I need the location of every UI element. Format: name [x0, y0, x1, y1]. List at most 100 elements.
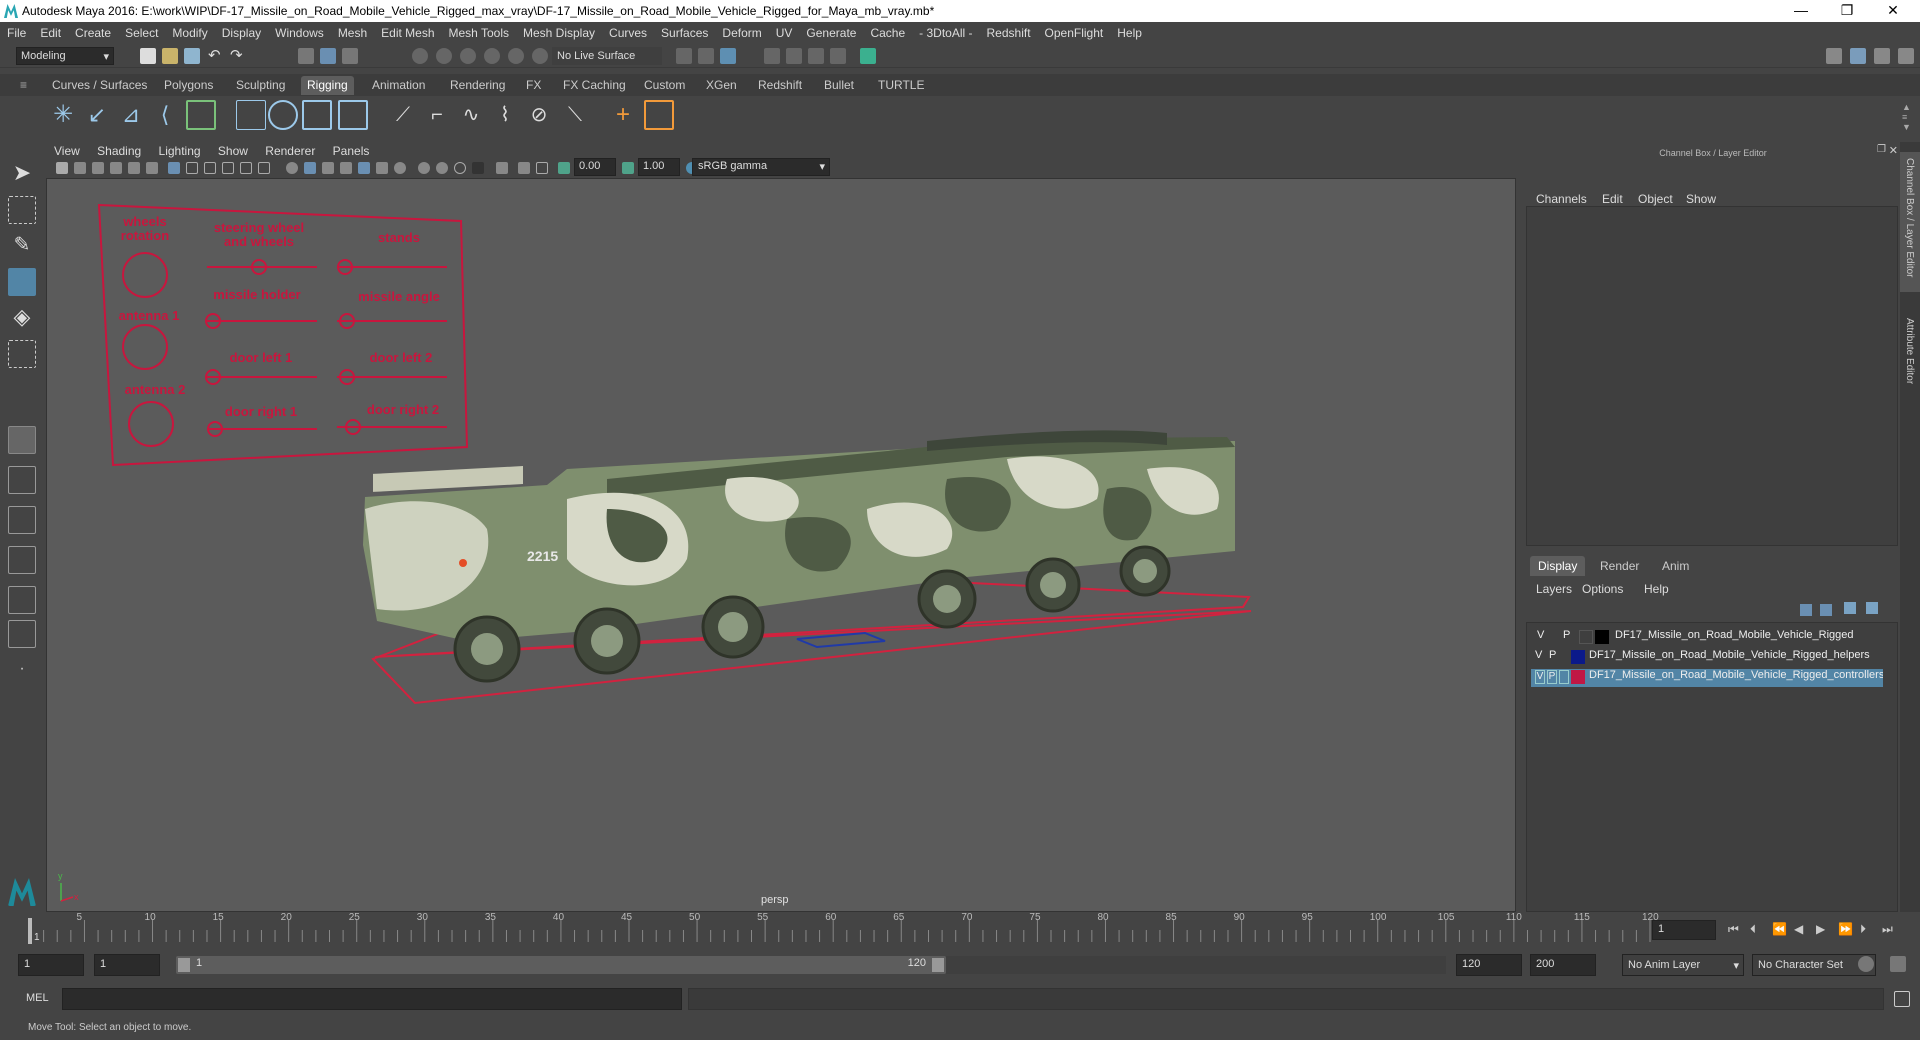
shelf-tab-curves-surfaces[interactable]: Curves / Surfaces — [46, 76, 153, 95]
layer-row[interactable]: V P DF17_Missile_on_Road_Mobile_Vehicle_… — [1527, 649, 1877, 667]
four-view-layout-icon[interactable] — [8, 466, 36, 494]
view-transform-dropdown[interactable]: sRGB gamma ▾ — [692, 158, 830, 176]
range-slider-track[interactable] — [946, 956, 1446, 974]
camera-attributes-icon[interactable] — [74, 162, 86, 174]
scale-tool-icon[interactable] — [8, 340, 36, 368]
step-back-frame-icon[interactable]: ⏴ — [1750, 922, 1756, 937]
isolate-select-icon[interactable] — [472, 162, 484, 174]
camera-select-icon[interactable] — [56, 162, 68, 174]
animation-preferences-icon[interactable] — [1890, 956, 1906, 972]
menu-edit-mesh[interactable]: Edit Mesh — [374, 26, 441, 40]
select-tool-icon[interactable]: ➤ — [8, 160, 36, 188]
smooth-bind-icon[interactable] — [268, 100, 298, 130]
new-layer-icon[interactable] — [1844, 602, 1856, 614]
gamma-icon[interactable] — [622, 162, 634, 174]
exposure-icon[interactable] — [558, 162, 570, 174]
menu-generate[interactable]: Generate — [799, 26, 863, 40]
cluster-icon[interactable] — [338, 100, 368, 130]
gamma-field[interactable]: 1.00 — [638, 158, 680, 176]
menu-display[interactable]: Display — [215, 26, 268, 40]
playback-start-field[interactable]: 1 — [94, 954, 160, 976]
layer-visibility-toggle[interactable]: V — [1535, 670, 1545, 684]
menu-mesh-tools[interactable]: Mesh Tools — [442, 26, 516, 40]
menu-redshift[interactable]: Redshift — [980, 26, 1038, 40]
menu-surfaces[interactable]: Surfaces — [654, 26, 715, 40]
redshift-icon[interactable] — [860, 48, 876, 64]
range-slider[interactable]: 1 120 — [176, 956, 946, 974]
missile-vehicle-model[interactable]: 2215 — [363, 430, 1235, 683]
panel-menu-view[interactable]: View — [54, 144, 80, 158]
shelf-tab-custom[interactable]: Custom — [638, 76, 691, 95]
outliner-persp-layout-icon[interactable] — [8, 620, 36, 648]
layers-menu[interactable]: Layers — [1536, 582, 1572, 596]
lasso-tool-icon[interactable] — [8, 196, 36, 224]
layer-row-selected[interactable]: V P DF17_Missile_on_Road_Mobile_Vehicle_… — [1531, 669, 1883, 687]
shelf-scroll-icon[interactable]: ▲ ≡ ▼ — [1902, 102, 1911, 132]
go-to-end-icon[interactable]: ⏭ — [1882, 922, 1893, 937]
grease-pencil-icon[interactable] — [146, 162, 158, 174]
render-view-icon[interactable] — [830, 48, 846, 64]
persp-outliner-layout-icon[interactable] — [8, 506, 36, 534]
layer-tab-anim[interactable]: Anim — [1654, 556, 1697, 576]
shelf-tab-sculpting[interactable]: Sculpting — [230, 76, 291, 95]
safe-action-icon[interactable] — [258, 162, 270, 174]
save-scene-icon[interactable] — [184, 48, 200, 64]
xray-joints-icon[interactable] — [518, 162, 530, 174]
menu-create[interactable]: Create — [68, 26, 118, 40]
snap-curve-icon[interactable] — [436, 48, 452, 64]
script-editor-icon[interactable] — [1894, 991, 1910, 1007]
step-forward-frame-icon[interactable]: ⏵ — [1860, 922, 1866, 937]
menu-cache[interactable]: Cache — [863, 26, 912, 40]
menu-mesh[interactable]: Mesh — [331, 26, 374, 40]
current-time-marker[interactable] — [28, 918, 32, 944]
range-start-handle[interactable] — [178, 958, 190, 972]
depth-of-field-icon[interactable] — [454, 162, 466, 174]
wire-deformer-icon[interactable]: ∿ — [456, 100, 486, 130]
select-object-icon[interactable] — [320, 48, 336, 64]
layer-playback-toggle[interactable]: P — [1563, 629, 1570, 641]
shelf-tab-xgen[interactable]: XGen — [700, 76, 743, 95]
new-scene-icon[interactable] — [140, 48, 156, 64]
layer-type-box[interactable] — [1559, 670, 1569, 684]
wrap-deformer-icon[interactable]: ⌇ — [490, 100, 520, 130]
maximize-button[interactable]: ❐ — [1824, 0, 1870, 22]
anim-layer-dropdown[interactable]: No Anim Layer ▾ — [1622, 954, 1744, 976]
shelf-tab-rigging[interactable]: Rigging — [301, 76, 354, 95]
mel-input[interactable] — [62, 988, 682, 1010]
snap-view-icon[interactable] — [484, 48, 500, 64]
layer-tab-display[interactable]: Display — [1530, 556, 1586, 576]
minimize-button[interactable]: — — [1778, 0, 1824, 22]
layer-name[interactable]: DF17_Missile_on_Road_Mobile_Vehicle_Rigg… — [1615, 629, 1853, 641]
panel-menu-renderer[interactable]: Renderer — [265, 144, 315, 158]
open-scene-icon[interactable] — [162, 48, 178, 64]
bind-skin-icon[interactable] — [236, 100, 266, 130]
side-tab-channel-box[interactable]: Channel Box / Layer Editor — [1900, 152, 1920, 292]
shelf-tab-bullet[interactable]: Bullet — [818, 76, 860, 95]
shelf-tab-polygons[interactable]: Polygons — [158, 76, 219, 95]
panel-close-icon[interactable]: ✕ — [1889, 144, 1898, 157]
rotate-tool-icon[interactable]: ◈ — [8, 304, 36, 332]
menu-curves[interactable]: Curves — [602, 26, 654, 40]
layer-tab-render[interactable]: Render — [1592, 556, 1647, 576]
panel-menu-panels[interactable]: Panels — [333, 144, 370, 158]
gate-mask-icon[interactable] — [222, 162, 234, 174]
menu-select[interactable]: Select — [118, 26, 165, 40]
collapse-toolbox-icon[interactable]: · — [8, 660, 36, 688]
lattice-icon[interactable] — [302, 100, 332, 130]
menu-3dtoall[interactable]: - 3DtoAll - — [912, 26, 979, 40]
shelf-tab-rendering[interactable]: Rendering — [444, 76, 511, 95]
menu-modify[interactable]: Modify — [165, 26, 214, 40]
channels-menu[interactable]: Channels — [1536, 192, 1587, 206]
panel-menu-lighting[interactable]: Lighting — [159, 144, 201, 158]
new-layer-selected-icon[interactable] — [1866, 602, 1878, 614]
layer-row[interactable]: V P DF17_Missile_on_Road_Mobile_Vehicle_… — [1527, 629, 1877, 647]
antenna1-controller[interactable] — [122, 324, 168, 370]
smooth-shade-icon[interactable] — [304, 162, 316, 174]
layer-name[interactable]: DF17_Missile_on_Road_Mobile_Vehicle_Rigg… — [1589, 649, 1870, 661]
time-slider[interactable]: 1 5 10 15 20 25 30 35 40 45 50 55 60 65 70 75 80 85 90 95 10… — [0, 912, 1920, 948]
layer-visibility-toggle[interactable]: V — [1537, 629, 1544, 641]
panel-float-icon[interactable]: ❐ — [1877, 144, 1886, 155]
shadows-icon[interactable] — [376, 162, 388, 174]
menu-windows[interactable]: Windows — [268, 26, 331, 40]
persp-graph-layout-icon[interactable] — [8, 546, 36, 574]
